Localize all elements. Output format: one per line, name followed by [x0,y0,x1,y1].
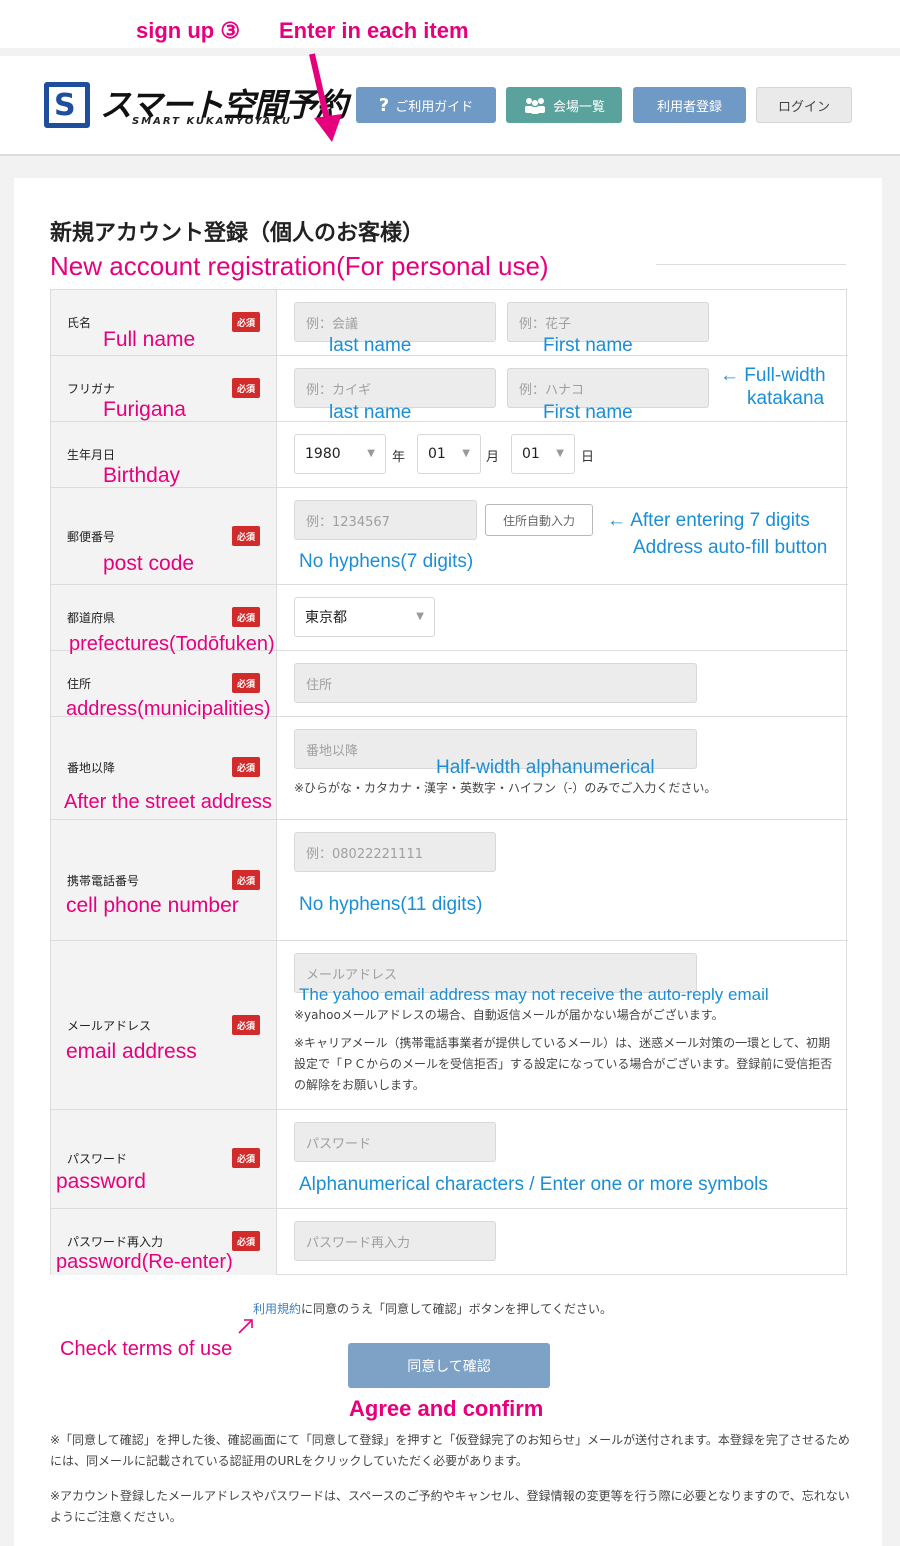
annotation-cell-phone: cell phone number [66,894,239,917]
annotation-password: password [56,1170,146,1193]
month-unit: 月 [486,450,500,465]
annotation-email: email address [66,1040,197,1063]
title-divider [656,264,846,265]
form-row-phone: 携帯電話番号 必須 例：08022221111 [51,820,848,941]
password-confirm-label: パスワード再入力 [67,1235,164,1249]
annotation-first-name: First name [543,335,633,356]
annotation-autofill: Address auto-fill button [633,537,828,558]
prefecture-select[interactable]: 東京都 ▼ [294,597,435,637]
email-label: メールアドレス [67,1019,152,1033]
annotation-password-rule: Alphanumerical characters / Enter one or… [299,1174,768,1195]
street-label: 番地以降 [67,761,116,775]
required-badge: 必須 [232,870,260,890]
annotation-step: sign up ③ [136,18,241,43]
required-badge: 必須 [232,757,260,777]
logo-icon[interactable]: S [44,82,90,128]
required-badge: 必須 [232,607,260,627]
birth-month-select[interactable]: 01 ▼ [417,434,481,474]
annotation-instruction: Enter in each item [279,18,469,43]
annotation-last-name-2: last name [329,402,412,423]
required-badge: 必須 [232,1015,260,1035]
annotation-after-street: After the street address [64,791,272,813]
annotation-birthday: Birthday [103,464,181,487]
terms-link[interactable]: 利用規約 [253,1302,301,1316]
people-icon [524,98,545,114]
annotation-title-en: New account registration(For personal us… [50,251,549,281]
annotation-full-name: Full name [103,328,196,351]
chevron-down-icon: ▼ [556,448,564,459]
day-unit: 日 [581,450,595,465]
address-input[interactable]: 住所 [294,663,697,703]
form-row-email: メールアドレス 必須 メールアドレス ※yahooメールアドレスの場合、自動返信… [51,941,848,1110]
required-badge: 必須 [232,526,260,546]
annotation-fullwidth-2: katakana [747,388,825,409]
name-label: 氏名 [67,316,92,330]
email-note-yahoo: ※yahooメールアドレスの場合、自動返信メールが届かない場合がございます。 [294,1008,724,1022]
guide-button[interactable]: ? ご利用ガイド [356,87,496,123]
annotation-first-name-2: First name [543,402,633,423]
annotation-after-7: ← After entering 7 digits [607,510,810,531]
annotation-half-width: Half-width alphanumerical [436,757,655,778]
annotation-check-terms: Check terms of use [60,1338,233,1360]
furigana-label: フリガナ [67,382,116,396]
annotation-address: address(municipalities) [66,698,271,720]
required-badge: 必須 [232,673,260,693]
registration-form: 氏名 必須 例：会議 例：花子 フリガナ 必須 例：カイギ 例：ハナコ 生年月日… [50,289,848,1275]
email-note-carrier: ※キャリアメール（携帯電話事業者が提供しているメール）は、迷惑メール対策の一環と… [294,1036,833,1092]
annotation-password-re: password(Re-enter) [56,1251,233,1273]
phone-input[interactable]: 例：08022221111 [294,832,496,872]
chevron-down-icon: ▼ [416,611,424,622]
password-label: パスワード [67,1152,128,1166]
footer-note-1: ※「同意して確認」を押した後、確認画面にて「同意して登録」を押すと「仮登録完了の… [50,1433,850,1468]
arrow-down-icon [309,53,342,142]
annotation-furigana: Furigana [103,398,186,421]
prefecture-label: 都道府県 [67,611,116,625]
phone-label: 携帯電話番号 [67,874,140,888]
question-icon: ? [378,94,390,116]
required-badge: 必須 [232,378,260,398]
venues-button[interactable]: 会場一覧 [506,87,622,123]
required-badge: 必須 [232,1148,260,1168]
chevron-down-icon: ▼ [367,448,375,459]
login-button[interactable]: ログイン [756,87,852,123]
birth-year-select[interactable]: 1980 ▼ [294,434,386,474]
annotation-no-hyphens-7: No hyphens(7 digits) [299,551,474,572]
annotation-fullwidth-1: ← Full-width [720,365,826,386]
annotation-last-name: last name [329,335,412,356]
annotation-yahoo: The yahoo email address may not receive … [299,985,769,1004]
password-confirm-input[interactable]: パスワード再入力 [294,1221,496,1261]
terms-line: 利用規約に同意のうえ「同意して確認」ボタンを押してください。 [253,1302,612,1316]
page-title: 新規アカウント登録（個人のお客様） [50,221,425,246]
postal-code-input[interactable]: 例：1234567 [294,500,477,540]
annotation-no-hyphens-11: No hyphens(11 digits) [299,894,483,915]
annotation-post-code: post code [103,552,195,575]
street-note: ※ひらがな・カタカナ・漢字・英数字・ハイフン（-）のみでご入力ください。 [294,781,717,795]
chevron-down-icon: ▼ [462,448,470,459]
birthday-label: 生年月日 [67,448,116,462]
footer-note-2: ※アカウント登録したメールアドレスやパスワードは、スペースのご予約やキャンセル、… [50,1489,850,1524]
address-autofill-button[interactable]: 住所自動入力 [485,504,593,536]
required-badge: 必須 [232,1231,260,1251]
birth-day-select[interactable]: 01 ▼ [511,434,575,474]
address-label: 住所 [67,677,92,691]
annotation-prefectures: prefectures(Todōfuken) [69,633,275,655]
required-badge: 必須 [232,312,260,332]
postal-label: 郵便番号 [67,530,116,544]
password-input[interactable]: パスワード [294,1122,496,1162]
year-unit: 年 [392,450,406,465]
annotation-agree-confirm: Agree and confirm [349,1396,544,1421]
arrow-up-right-icon [238,1319,253,1334]
register-button[interactable]: 利用者登録 [633,87,746,123]
logo-subtitle: SMART KUKANYOYAKU [132,116,293,127]
agree-confirm-button[interactable]: 同意して確認 [348,1343,550,1388]
